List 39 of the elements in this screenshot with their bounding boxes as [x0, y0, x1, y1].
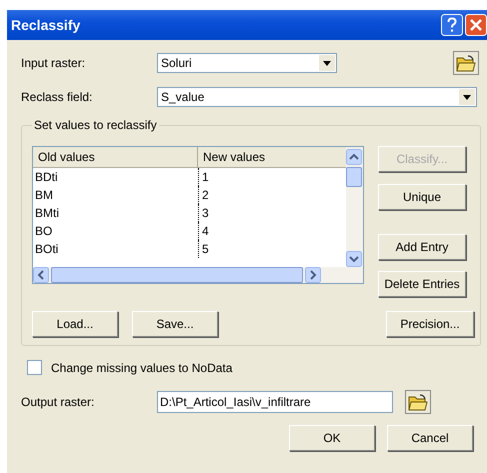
- table-cell-text: BDti: [34, 169, 59, 186]
- field-label: Input raster:: [21, 56, 86, 70]
- reclass-field-dropdown[interactable]: S_value: [157, 87, 477, 107]
- table-cell-text: BO: [34, 223, 54, 240]
- horizontal-scrollbar[interactable]: [33, 267, 363, 283]
- folder-icon: [456, 54, 476, 72]
- action-button[interactable]: Add Entry: [378, 234, 466, 260]
- scroll-left-icon[interactable]: [33, 267, 49, 283]
- table-cell-text: BM: [34, 187, 54, 204]
- field-label: Reclass field:: [21, 90, 94, 104]
- close-icon[interactable]: [465, 14, 487, 36]
- scroll-thumb[interactable]: [346, 167, 362, 187]
- window-title: Reclassify: [11, 17, 80, 33]
- checkbox[interactable]: [27, 360, 42, 375]
- scroll-up-icon[interactable]: [346, 149, 362, 165]
- scroll-down-icon[interactable]: [346, 251, 362, 267]
- dialog-button[interactable]: Cancel: [387, 425, 473, 451]
- dialog-button[interactable]: OK: [289, 425, 375, 451]
- table-cell-text: BOti: [34, 241, 60, 258]
- vertical-scrollbar[interactable]: [346, 147, 363, 267]
- field-label: Output raster:: [21, 395, 96, 409]
- open-folder-button[interactable]: [453, 51, 479, 75]
- output-raster-field[interactable]: D:\Pt_Articol_Iasi\v_infiltrare: [157, 391, 393, 413]
- action-button[interactable]: Save...: [132, 311, 218, 337]
- checkbox-label: Change missing values to NoData: [51, 360, 232, 374]
- table-cell-text: BMti: [34, 205, 60, 222]
- action-button[interactable]: Precision...: [386, 311, 474, 337]
- column-header[interactable]: Old values: [33, 147, 198, 167]
- help-icon[interactable]: [441, 14, 463, 36]
- input-raster-dropdown[interactable]: Soluri: [157, 53, 337, 73]
- action-button[interactable]: Unique: [378, 184, 466, 210]
- scroll-thumb[interactable]: [51, 267, 303, 283]
- action-button[interactable]: Delete Entries: [378, 271, 466, 297]
- scroll-right-icon[interactable]: [305, 267, 321, 283]
- action-button[interactable]: Load...: [32, 311, 118, 337]
- group-title: Set values to reclassify: [33, 118, 158, 132]
- open-folder-button[interactable]: [405, 390, 431, 414]
- folder-icon: [408, 393, 428, 411]
- column-header[interactable]: New values: [198, 147, 346, 167]
